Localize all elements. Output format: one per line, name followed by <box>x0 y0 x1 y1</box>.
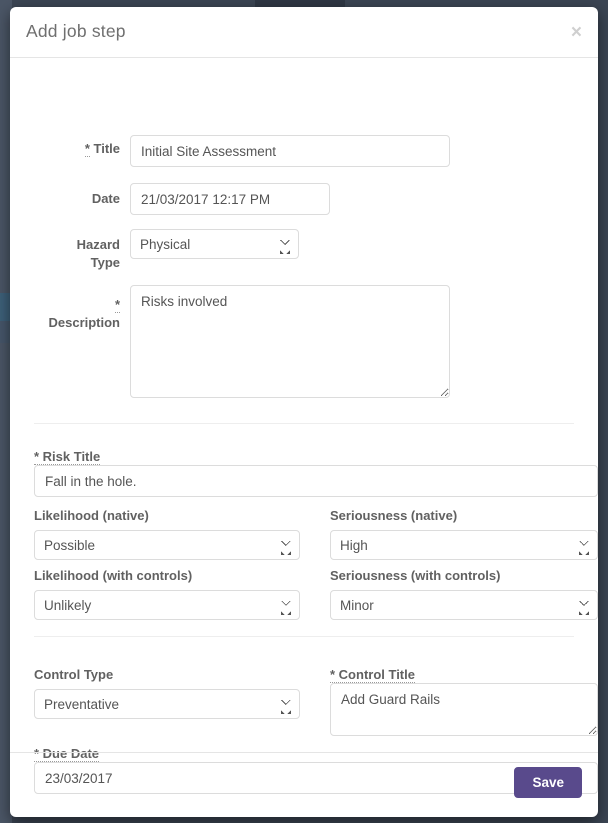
hazard-type-label: Hazard Type <box>24 236 120 272</box>
likelihood-native-label: Likelihood (native) <box>34 508 149 523</box>
seriousness-with-controls-select[interactable]: Minor <box>330 590 598 620</box>
add-job-step-modal: Add job step × * Title Date Hazard Type … <box>10 7 598 817</box>
likelihood-with-controls-select[interactable]: Unlikely <box>34 590 300 620</box>
control-type-label: Control Type <box>34 667 113 682</box>
section-divider-control <box>34 636 574 637</box>
title-required-mark: * <box>85 141 90 157</box>
date-input[interactable] <box>130 183 330 215</box>
section-divider-risk <box>34 423 574 424</box>
likelihood-native-select[interactable]: Possible <box>34 530 300 560</box>
title-label-text: Title <box>94 141 121 156</box>
seriousness-native-select[interactable]: High <box>330 530 598 560</box>
description-required-mark: * <box>115 297 120 313</box>
seriousness-with-controls-label: Seriousness (with controls) <box>330 568 500 583</box>
description-textarea[interactable]: Risks involved <box>130 285 450 398</box>
modal-footer: Save <box>10 752 598 817</box>
risk-title-label-text: * Risk Title <box>34 449 100 465</box>
control-title-label-text: * Control Title <box>330 667 415 683</box>
description-label-text: Description <box>24 314 120 332</box>
control-title-textarea[interactable]: Add Guard Rails <box>330 683 598 736</box>
save-button[interactable]: Save <box>514 767 582 798</box>
risk-title-input[interactable] <box>34 465 598 497</box>
modal-title: Add job step <box>26 21 126 42</box>
modal-header: Add job step × <box>10 7 598 58</box>
hazard-type-label-line2: Type <box>24 254 120 272</box>
date-label: Date <box>24 191 120 206</box>
risk-title-label: * Risk Title <box>34 449 100 464</box>
control-type-select[interactable]: Preventative <box>34 689 300 719</box>
likelihood-with-controls-label: Likelihood (with controls) <box>34 568 192 583</box>
close-icon[interactable]: × <box>565 19 588 46</box>
hazard-type-select[interactable]: Physical <box>130 229 299 259</box>
description-label: * Description <box>24 296 120 332</box>
title-label: * Title <box>24 141 120 156</box>
hazard-type-label-line1: Hazard <box>24 236 120 254</box>
title-input[interactable] <box>130 135 450 167</box>
modal-body: * Title Date Hazard Type Physical * Desc… <box>10 58 598 753</box>
control-title-label: * Control Title <box>330 667 415 682</box>
seriousness-native-label: Seriousness (native) <box>330 508 457 523</box>
